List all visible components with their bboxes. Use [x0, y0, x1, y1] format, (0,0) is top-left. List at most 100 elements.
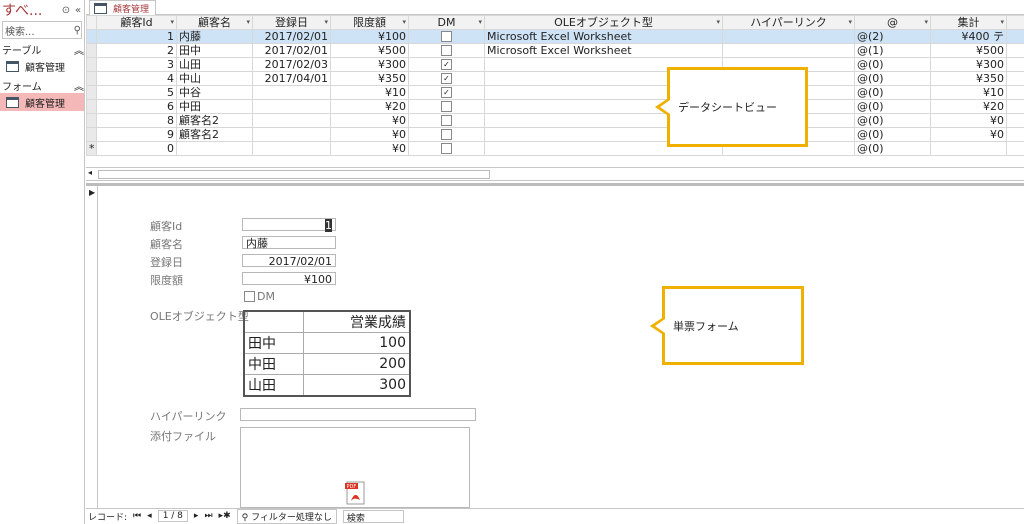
col-header[interactable]: @ ▾	[854, 15, 931, 30]
col-header[interactable]: 顧客Id ▾	[96, 15, 177, 30]
tab-customer[interactable]: 顧客管理	[89, 0, 157, 15]
nav-search-input[interactable]: 検索... ⚲	[2, 21, 82, 39]
cell-date[interactable]	[252, 85, 331, 100]
cell-id[interactable]: 8	[96, 113, 177, 128]
nav-group-forms[interactable]: フォーム ︽	[0, 77, 84, 93]
cell-attachment[interactable]: @(0)	[854, 113, 931, 128]
col-header[interactable]: ハイパーリンク ▾	[722, 15, 855, 30]
select-all[interactable]	[86, 15, 97, 30]
record-position-input[interactable]: 1 / 8	[157, 510, 188, 522]
nav-group-tables[interactable]: テーブル ︽	[0, 41, 84, 57]
table-row[interactable]: 5 中谷 ¥10 ✓ @(0) ¥10	[86, 85, 1024, 100]
cell-limit[interactable]: ¥0	[330, 113, 409, 128]
cell-limit[interactable]: ¥500	[330, 43, 409, 58]
cell-date[interactable]: 2017/04/01	[252, 71, 331, 86]
dm-checkbox[interactable]	[441, 31, 452, 42]
collapse-icon[interactable]: «	[72, 5, 84, 16]
split-bar[interactable]	[86, 183, 1024, 186]
row-selector[interactable]	[86, 57, 97, 72]
pdf-file-icon[interactable]: PDF	[345, 481, 367, 505]
cell-dm[interactable]	[408, 113, 485, 128]
id-field[interactable]: 1	[242, 218, 336, 232]
cell-total[interactable]: ¥20	[930, 99, 1007, 114]
nav-menu-icon[interactable]: ⊙	[60, 5, 72, 16]
dm-checkbox[interactable]: ✓	[441, 59, 452, 70]
cell-limit[interactable]: ¥0	[330, 127, 409, 142]
col-header[interactable]: 集計 ▾	[930, 15, 1007, 30]
cell-dm[interactable]	[408, 127, 485, 142]
cell-dm[interactable]: ✓	[408, 85, 485, 100]
scroll-left-icon[interactable]: ◂	[88, 168, 92, 177]
cell-total[interactable]: ¥350	[930, 71, 1007, 86]
cell-ole[interactable]: Microsoft Excel Worksheet	[484, 43, 723, 58]
cell-name[interactable]	[176, 141, 253, 156]
name-field[interactable]: 内藤	[242, 236, 336, 250]
cell-name[interactable]: 田中	[176, 43, 253, 58]
filter-button[interactable]: ⚲ フィルター処理なし	[236, 508, 337, 524]
date-field[interactable]: 2017/02/01	[242, 254, 336, 268]
cell-name[interactable]: 顧客名2	[176, 127, 253, 142]
dm-checkbox[interactable]: ✓	[441, 73, 452, 84]
cell-name[interactable]: 内藤	[176, 29, 253, 44]
dm-checkbox[interactable]	[441, 101, 452, 112]
row-selector[interactable]: *	[86, 141, 97, 156]
cell-total[interactable]	[930, 141, 1007, 156]
cell-total[interactable]: ¥500	[930, 43, 1007, 58]
search-box[interactable]: 検索	[342, 509, 404, 524]
table-row[interactable]: 6 中田 ¥20 @(0) ¥20	[86, 99, 1024, 114]
cell-attachment[interactable]: @(0)	[854, 57, 931, 72]
cell-id[interactable]: 1	[96, 29, 177, 44]
nav-title[interactable]: すべ...	[2, 0, 60, 20]
row-selector[interactable]	[86, 43, 97, 58]
cell-attachment[interactable]: @(0)	[854, 141, 931, 156]
next-record-icon[interactable]: ▸	[194, 511, 199, 521]
row-selector[interactable]	[86, 71, 97, 86]
cell-limit[interactable]: ¥100	[330, 29, 409, 44]
cell-total[interactable]: ¥10	[930, 85, 1007, 100]
cell-name[interactable]: 中谷	[176, 85, 253, 100]
cell-name[interactable]: 顧客名2	[176, 113, 253, 128]
cell-dm[interactable]	[408, 29, 485, 44]
table-row[interactable]: 8 顧客名2 ¥0 @(0) ¥0	[86, 113, 1024, 128]
cell-id[interactable]: 2	[96, 43, 177, 58]
cell-ole[interactable]: Microsoft Excel Worksheet	[484, 29, 723, 44]
cell-limit[interactable]: ¥300	[330, 57, 409, 72]
cell-date[interactable]: 2017/02/01	[252, 29, 331, 44]
table-row[interactable]: 4 中山 2017/04/01 ¥350 ✓ @(0) ¥350	[86, 71, 1024, 86]
cell-dm[interactable]: ✓	[408, 71, 485, 86]
cell-dm[interactable]	[408, 141, 485, 156]
cell-total[interactable]: ¥300	[930, 57, 1007, 72]
col-header[interactable]: 登録日 ▾	[252, 15, 331, 30]
cell-dm[interactable]: ✓	[408, 57, 485, 72]
cell-id[interactable]: 4	[96, 71, 177, 86]
table-row[interactable]: 3 山田 2017/02/03 ¥300 ✓ @(0) ¥300	[86, 57, 1024, 72]
dm-checkbox[interactable]	[441, 129, 452, 140]
row-selector[interactable]	[86, 113, 97, 128]
cell-id[interactable]: 0	[96, 141, 177, 156]
cell-date[interactable]	[252, 99, 331, 114]
new-record-icon[interactable]: ▸✱	[219, 511, 231, 521]
cell-limit[interactable]: ¥10	[330, 85, 409, 100]
nav-item-table[interactable]: 顧客管理	[0, 57, 84, 75]
cell-date[interactable]: 2017/02/01	[252, 43, 331, 58]
row-selector[interactable]	[86, 127, 97, 142]
search-icon[interactable]: ⚲	[74, 25, 81, 36]
cell-link[interactable]	[722, 43, 855, 58]
cell-id[interactable]: 9	[96, 127, 177, 142]
scrollbar-thumb[interactable]	[98, 170, 490, 179]
cell-total[interactable]: ¥0	[930, 127, 1007, 142]
cell-link[interactable]	[722, 29, 855, 44]
dm-checkbox[interactable]	[244, 291, 255, 302]
nav-item-form[interactable]: 顧客管理	[0, 93, 84, 111]
cell-attachment[interactable]: @(0)	[854, 127, 931, 142]
cell-limit[interactable]: ¥0	[330, 141, 409, 156]
hyperlink-field[interactable]	[240, 408, 476, 421]
cell-date[interactable]	[252, 127, 331, 142]
col-header[interactable]: 顧客名 ▾	[176, 15, 253, 30]
cell-dm[interactable]	[408, 99, 485, 114]
row-selector[interactable]	[86, 29, 97, 44]
cell-date[interactable]	[252, 113, 331, 128]
cell-attachment[interactable]: @(1)	[854, 43, 931, 58]
cell-name[interactable]: 山田	[176, 57, 253, 72]
cell-total[interactable]: ¥0	[930, 113, 1007, 128]
